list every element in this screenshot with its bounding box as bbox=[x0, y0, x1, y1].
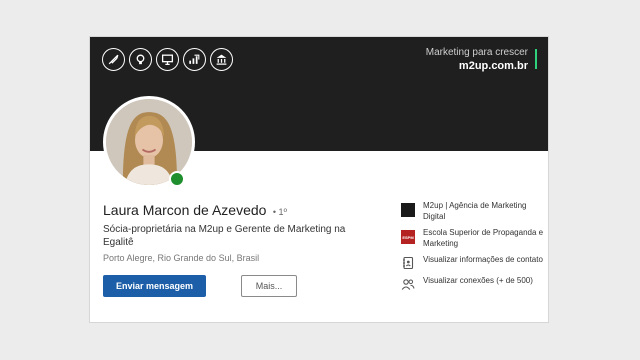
bank-icon bbox=[210, 48, 233, 71]
contact-book-icon bbox=[403, 256, 414, 270]
sidebar-item-label: Visualizar informações de contato bbox=[423, 255, 543, 264]
brand-accent-bar bbox=[535, 49, 537, 69]
rocket-launch-icon bbox=[102, 48, 125, 71]
people-icon bbox=[401, 279, 415, 290]
profile-location: Porto Alegre, Rio Grande do Sul, Brasil bbox=[103, 253, 260, 263]
sidebar-item-school[interactable]: ESPM Escola Superior de Propaganda e Mar… bbox=[401, 227, 546, 249]
profile-headline: Sócia-proprietária na M2up e Gerente de … bbox=[103, 224, 346, 248]
profile-card: Marketing para crescer m2up.com.br Laura… bbox=[89, 36, 549, 323]
lightbulb-icon bbox=[129, 48, 152, 71]
growth-chart-icon bbox=[183, 48, 206, 71]
m2up-logo bbox=[401, 203, 415, 217]
connection-degree: • 1º bbox=[272, 207, 287, 217]
profile-sidebar: M2up | Agência de Marketing Digital ESPM… bbox=[401, 200, 546, 296]
sidebar-item-label: Escola Superior de Propaganda e Marketin… bbox=[423, 228, 544, 248]
sidebar-item-connections[interactable]: Visualizar conexões (+ de 500) bbox=[401, 275, 546, 291]
brand-block: Marketing para crescer m2up.com.br bbox=[426, 46, 536, 73]
sidebar-item-label: Visualizar conexões (+ de 500) bbox=[423, 276, 533, 285]
profile-name: Laura Marcon de Azevedo bbox=[103, 202, 267, 218]
sidebar-item-company[interactable]: M2up | Agência de Marketing Digital bbox=[401, 200, 546, 222]
espm-logo: ESPM bbox=[401, 230, 415, 244]
monitor-chart-icon bbox=[156, 48, 179, 71]
profile-name-line: Laura Marcon de Azevedo • 1º bbox=[103, 202, 287, 220]
more-button[interactable]: Mais... bbox=[241, 275, 297, 297]
sidebar-item-label: M2up | Agência de Marketing Digital bbox=[423, 201, 527, 221]
brand-tagline: Marketing para crescer bbox=[425, 47, 528, 58]
brand-domain: m2up.com.br bbox=[458, 60, 528, 72]
banner-icon-row bbox=[102, 48, 233, 71]
online-status-indicator bbox=[169, 171, 185, 187]
send-message-button[interactable]: Enviar mensagem bbox=[103, 275, 206, 297]
sidebar-item-contact-info[interactable]: Visualizar informações de contato bbox=[401, 254, 546, 270]
